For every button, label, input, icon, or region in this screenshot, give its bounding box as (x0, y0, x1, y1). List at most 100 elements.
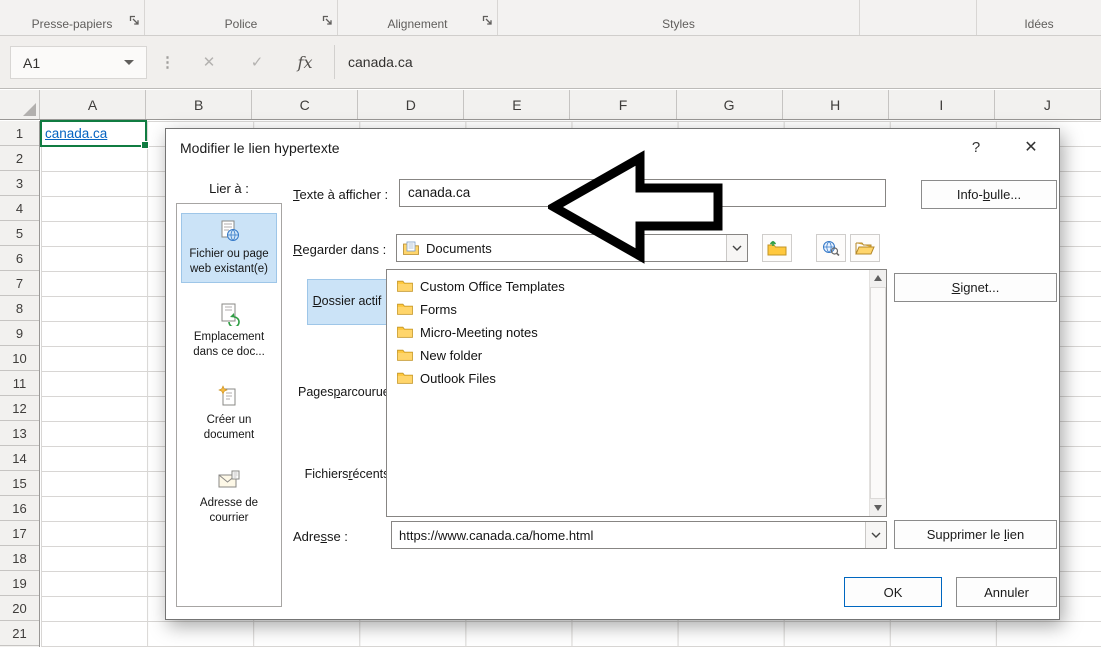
ribbon-strip: Presse-papiers Police Alignement Styles (0, 0, 1101, 36)
row-header[interactable]: 17 (0, 521, 39, 546)
row-header[interactable]: 3 (0, 171, 39, 196)
row-header[interactable]: 18 (0, 546, 39, 571)
browse-files-button[interactable] (850, 234, 880, 262)
tab-recent-files[interactable]: Fichiers récents (307, 451, 387, 499)
remove-link-button[interactable]: Supprimer le lien (894, 520, 1057, 549)
column-header[interactable]: A (40, 90, 146, 119)
row-header[interactable]: 10 (0, 346, 39, 371)
sidebar-item-label: Emplacement dans ce doc... (193, 331, 265, 358)
dropdown-arrow-icon[interactable] (726, 235, 747, 261)
place-in-document-icon (183, 302, 275, 328)
file-list: Custom Office Templates Forms Micro-Meet… (386, 269, 887, 517)
ribbon-group-label: Alignement (387, 17, 447, 31)
folder-icon (397, 302, 413, 318)
file-list-item[interactable]: Custom Office Templates (387, 275, 868, 298)
row-header[interactable]: 5 (0, 221, 39, 246)
row-header[interactable]: 13 (0, 421, 39, 446)
insert-function-button[interactable]: fx (284, 36, 326, 89)
column-header[interactable]: I (889, 90, 995, 119)
row-header[interactable]: 9 (0, 321, 39, 346)
row-header[interactable]: 15 (0, 471, 39, 496)
ok-button[interactable]: OK (844, 577, 942, 607)
column-header[interactable]: B (146, 90, 252, 119)
create-document-icon (183, 385, 275, 411)
scrollbar[interactable] (869, 270, 886, 516)
row-header[interactable]: 1 (0, 121, 39, 146)
file-name: Forms (420, 302, 457, 317)
folder-icon (397, 371, 413, 387)
row-header[interactable]: 21 (0, 621, 39, 646)
ribbon-group: Idées (977, 0, 1101, 35)
help-button[interactable]: ? (955, 129, 997, 167)
address-value: https://www.canada.ca/home.html (392, 528, 865, 543)
ribbon-group: Styles (498, 0, 860, 35)
tab-current-folder[interactable]: Dossier actif (307, 279, 387, 325)
sidebar-item-existing-file[interactable]: Fichier ou page web existant(e) (181, 213, 277, 283)
sidebar-item-label: Créer un document (204, 414, 255, 441)
file-list-item[interactable]: Micro-Meeting notes (387, 321, 868, 344)
annotation-arrow-icon (548, 146, 724, 268)
tab-browsed-pages[interactable]: Pages parcourues (307, 369, 387, 417)
row-header[interactable]: 16 (0, 496, 39, 521)
sidebar-item-place-in-document[interactable]: Emplacement dans ce doc... (181, 296, 277, 366)
dialog-launcher-icon[interactable] (322, 13, 333, 31)
enter-entry-button[interactable]: ✓ (236, 36, 278, 89)
dialog-launcher-icon[interactable] (482, 13, 493, 31)
folder-icon (397, 325, 413, 341)
file-name: Custom Office Templates (420, 279, 565, 294)
row-header[interactable]: 6 (0, 246, 39, 271)
row-header[interactable]: 4 (0, 196, 39, 221)
select-all-corner[interactable] (0, 90, 40, 119)
close-button[interactable]: ✕ (1007, 129, 1055, 167)
up-one-folder-button[interactable] (762, 234, 792, 262)
file-list-item[interactable]: Forms (387, 298, 868, 321)
row-header[interactable]: 20 (0, 596, 39, 621)
file-name: New folder (420, 348, 482, 363)
column-header[interactable]: H (783, 90, 889, 119)
browse-web-button[interactable] (816, 234, 846, 262)
tooltip-button[interactable]: Info-bulle... (921, 180, 1057, 209)
row-header[interactable]: 11 (0, 371, 39, 396)
link-to-sidebar: Fichier ou page web existant(e) Emplacem… (176, 203, 282, 607)
sidebar-item-email-address[interactable]: Adresse de courrier (181, 462, 277, 532)
bookmark-button[interactable]: Signet... (894, 273, 1057, 302)
ribbon-group-label: Presse-papiers (32, 17, 113, 31)
sidebar-item-create-document[interactable]: Créer un document (181, 379, 277, 449)
row-header[interactable]: 8 (0, 296, 39, 321)
row-headers: 1 2 3 4 5 6 7 8 9 10 11 12 13 14 15 16 1… (0, 121, 40, 647)
cancel-button[interactable]: Annuler (956, 577, 1057, 607)
scroll-thumb[interactable] (870, 287, 886, 499)
row-header[interactable]: 14 (0, 446, 39, 471)
file-list-item[interactable]: New folder (387, 344, 868, 367)
row-header[interactable]: 7 (0, 271, 39, 296)
address-label: Adresse : (293, 529, 348, 544)
row-header[interactable]: 2 (0, 146, 39, 171)
look-in-label: Regarder dans : (293, 242, 386, 257)
column-header[interactable]: F (570, 90, 676, 119)
name-box-value: A1 (11, 55, 124, 71)
row-header[interactable]: 19 (0, 571, 39, 596)
formula-input[interactable]: canada.ca (348, 36, 413, 89)
file-name: Micro-Meeting notes (420, 325, 538, 340)
folder-icon (397, 279, 413, 295)
address-combobox[interactable]: https://www.canada.ca/home.html (391, 521, 887, 549)
link-to-label: Lier à : (176, 181, 282, 196)
column-header[interactable]: G (677, 90, 783, 119)
row-header[interactable]: 12 (0, 396, 39, 421)
column-header[interactable]: C (252, 90, 358, 119)
cancel-entry-button[interactable]: ✕ (188, 36, 230, 89)
column-header[interactable]: J (995, 90, 1101, 119)
ribbon-group (860, 0, 977, 35)
formula-bar-divider (334, 45, 335, 79)
column-header[interactable]: E (464, 90, 570, 119)
email-icon (183, 468, 275, 494)
scroll-down-icon[interactable] (870, 500, 886, 516)
dialog-launcher-icon[interactable] (129, 13, 140, 31)
name-box[interactable]: A1 (10, 46, 147, 79)
scroll-up-icon[interactable] (870, 270, 886, 286)
column-header[interactable]: D (358, 90, 464, 119)
file-list-item[interactable]: Outlook Files (387, 367, 868, 390)
folder-icon (397, 348, 413, 364)
dropdown-arrow-icon[interactable] (865, 522, 886, 548)
name-box-dropdown-icon[interactable] (124, 60, 134, 65)
